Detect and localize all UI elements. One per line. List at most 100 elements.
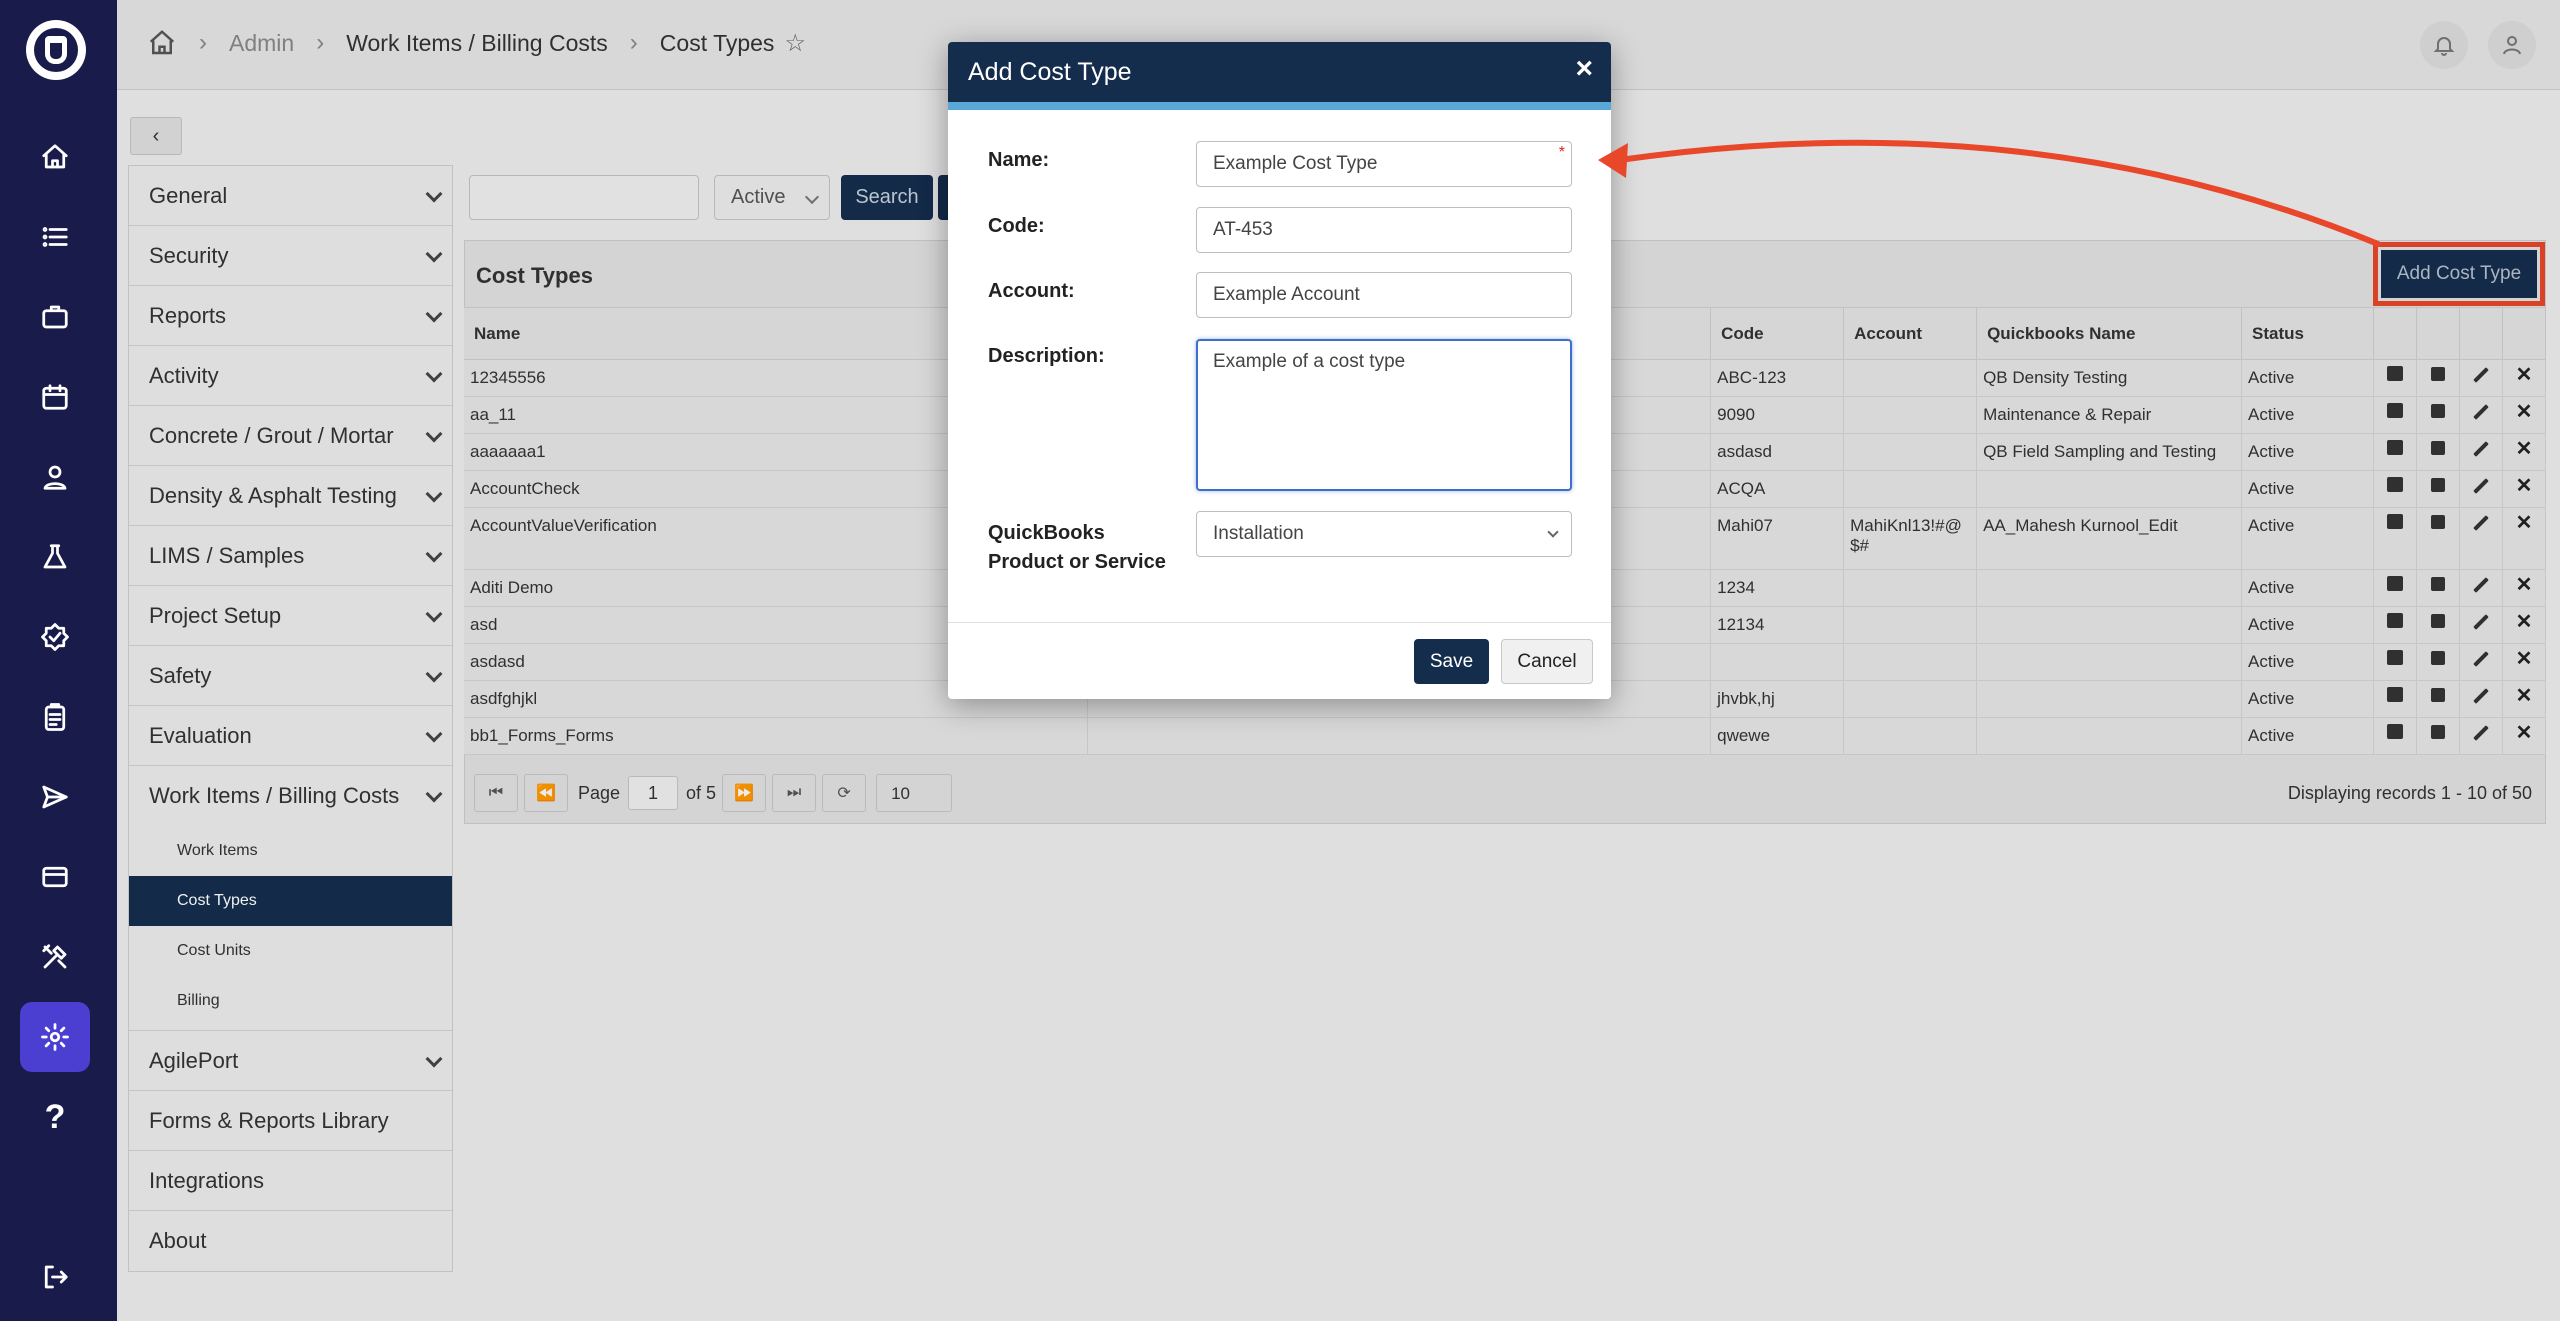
menu-item-safety[interactable]: Safety: [129, 646, 452, 706]
column-header-status[interactable]: Status: [2241, 307, 2374, 360]
star-icon[interactable]: ☆: [784, 29, 806, 58]
calendar-icon-cell[interactable]: [2373, 569, 2417, 607]
stop-icon-cell[interactable]: [2416, 396, 2460, 434]
calendar-icon-cell[interactable]: [2373, 606, 2417, 644]
table-row[interactable]: bb1_Forms_Forms qwewe Active ✕: [464, 717, 2547, 755]
edit-icon-cell[interactable]: [2459, 433, 2503, 471]
prev-page-button[interactable]: ⏪: [524, 774, 568, 812]
delete-icon-cell[interactable]: ✕: [2502, 717, 2547, 755]
submenu-item-cost-units[interactable]: Cost Units: [129, 926, 452, 976]
quickbooks-select[interactable]: Installation: [1196, 511, 1572, 557]
stop-icon-cell[interactable]: [2416, 717, 2460, 755]
menu-item-security[interactable]: Security: [129, 226, 452, 286]
menu-item-lims[interactable]: LIMS / Samples: [129, 526, 452, 586]
first-page-button[interactable]: ⏮: [474, 774, 518, 812]
edit-icon[interactable]: [2473, 367, 2489, 383]
home-icon[interactable]: [20, 122, 90, 192]
menu-item-concrete[interactable]: Concrete / Grout / Mortar: [129, 406, 452, 466]
edit-icon-cell[interactable]: [2459, 470, 2503, 508]
calendar-icon-cell[interactable]: [2373, 680, 2417, 718]
user-icon[interactable]: [2488, 21, 2536, 69]
column-header-code[interactable]: Code: [1710, 307, 1845, 360]
calendar-icon[interactable]: [2386, 440, 2403, 455]
description-field[interactable]: Example of a cost type: [1196, 339, 1572, 491]
stop-icon[interactable]: [2430, 651, 2445, 665]
edit-icon[interactable]: [2473, 404, 2489, 420]
edit-icon-cell[interactable]: [2459, 680, 2503, 718]
send-icon[interactable]: [20, 762, 90, 832]
edit-icon-cell[interactable]: [2459, 717, 2503, 755]
calendar-icon-cell[interactable]: [2373, 359, 2417, 397]
app-logo[interactable]: [26, 20, 86, 80]
stop-icon[interactable]: [2430, 725, 2445, 739]
calendar-icon-cell[interactable]: [2373, 643, 2417, 681]
delete-icon-cell[interactable]: ✕: [2502, 643, 2547, 681]
stop-icon-cell[interactable]: [2416, 359, 2460, 397]
next-page-button[interactable]: ⏩: [722, 774, 767, 812]
delete-icon-cell[interactable]: ✕: [2502, 359, 2547, 397]
calendar-icon[interactable]: [2386, 724, 2403, 739]
account-field[interactable]: Example Account: [1196, 272, 1572, 318]
cancel-button[interactable]: Cancel: [1501, 639, 1593, 684]
stop-icon[interactable]: [2430, 614, 2445, 628]
delete-icon[interactable]: ✕: [2516, 439, 2533, 459]
person-badge-icon[interactable]: [20, 442, 90, 512]
calendar-icon-cell[interactable]: [2373, 433, 2417, 471]
close-icon[interactable]: ×: [1575, 52, 1593, 86]
menu-item-evaluation[interactable]: Evaluation: [129, 706, 452, 766]
calendar-icon-cell[interactable]: [2373, 396, 2417, 434]
delete-icon[interactable]: ✕: [2516, 723, 2533, 743]
stop-icon-cell[interactable]: [2416, 507, 2460, 570]
edit-icon[interactable]: [2473, 725, 2489, 741]
search-input[interactable]: [469, 175, 699, 220]
name-field[interactable]: Example Cost Type *: [1196, 141, 1572, 187]
menu-item-integrations[interactable]: Integrations: [129, 1151, 452, 1211]
stop-icon-cell[interactable]: [2416, 643, 2460, 681]
stop-icon-cell[interactable]: [2416, 569, 2460, 607]
collapse-sidebar-button[interactable]: ‹: [130, 117, 182, 155]
column-header-quickbooks-name[interactable]: Quickbooks Name: [1976, 307, 2243, 360]
save-button[interactable]: Save: [1414, 639, 1489, 684]
calendar-icon-cell[interactable]: [2373, 717, 2417, 755]
tools-icon[interactable]: [20, 922, 90, 992]
stop-icon[interactable]: [2430, 577, 2445, 591]
delete-icon[interactable]: ✕: [2516, 686, 2533, 706]
edit-icon[interactable]: [2473, 651, 2489, 667]
submenu-item-billing[interactable]: Billing: [129, 976, 452, 1026]
stop-icon[interactable]: [2430, 441, 2445, 455]
delete-icon[interactable]: ✕: [2516, 365, 2533, 385]
flask-icon[interactable]: [20, 522, 90, 592]
stop-icon[interactable]: [2430, 404, 2445, 418]
stop-icon[interactable]: [2430, 688, 2445, 702]
stop-icon[interactable]: [2430, 478, 2445, 492]
briefcase-icon[interactable]: [20, 282, 90, 352]
stop-icon-cell[interactable]: [2416, 433, 2460, 471]
edit-icon-cell[interactable]: [2459, 569, 2503, 607]
calendar-icon[interactable]: [2386, 366, 2403, 381]
delete-icon[interactable]: ✕: [2516, 476, 2533, 496]
delete-icon[interactable]: ✕: [2516, 402, 2533, 422]
stop-icon[interactable]: [2430, 367, 2445, 381]
menu-item-work-items-billing[interactable]: Work Items / Billing Costs: [129, 766, 452, 826]
menu-item-project-setup[interactable]: Project Setup: [129, 586, 452, 646]
add-cost-type-button[interactable]: Add Cost Type: [2373, 242, 2545, 306]
search-button[interactable]: Search: [841, 175, 933, 220]
edit-icon[interactable]: [2473, 478, 2489, 494]
check-badge-icon[interactable]: [20, 602, 90, 672]
edit-icon[interactable]: [2473, 577, 2489, 593]
calendar-icon[interactable]: [2386, 403, 2403, 418]
status-filter-select[interactable]: Active: [714, 175, 830, 220]
code-field[interactable]: AT-453: [1196, 207, 1572, 253]
logout-icon[interactable]: [20, 1242, 90, 1312]
credit-card-icon[interactable]: [20, 842, 90, 912]
edit-icon-cell[interactable]: [2459, 396, 2503, 434]
menu-item-about[interactable]: About: [129, 1211, 452, 1271]
edit-icon-cell[interactable]: [2459, 359, 2503, 397]
delete-icon[interactable]: ✕: [2516, 575, 2533, 595]
clipboard-icon[interactable]: [20, 682, 90, 752]
calendar-icon-cell[interactable]: [2373, 507, 2417, 570]
edit-icon[interactable]: [2473, 614, 2489, 630]
delete-icon-cell[interactable]: ✕: [2502, 433, 2547, 471]
menu-item-activity[interactable]: Activity: [129, 346, 452, 406]
stop-icon-cell[interactable]: [2416, 606, 2460, 644]
